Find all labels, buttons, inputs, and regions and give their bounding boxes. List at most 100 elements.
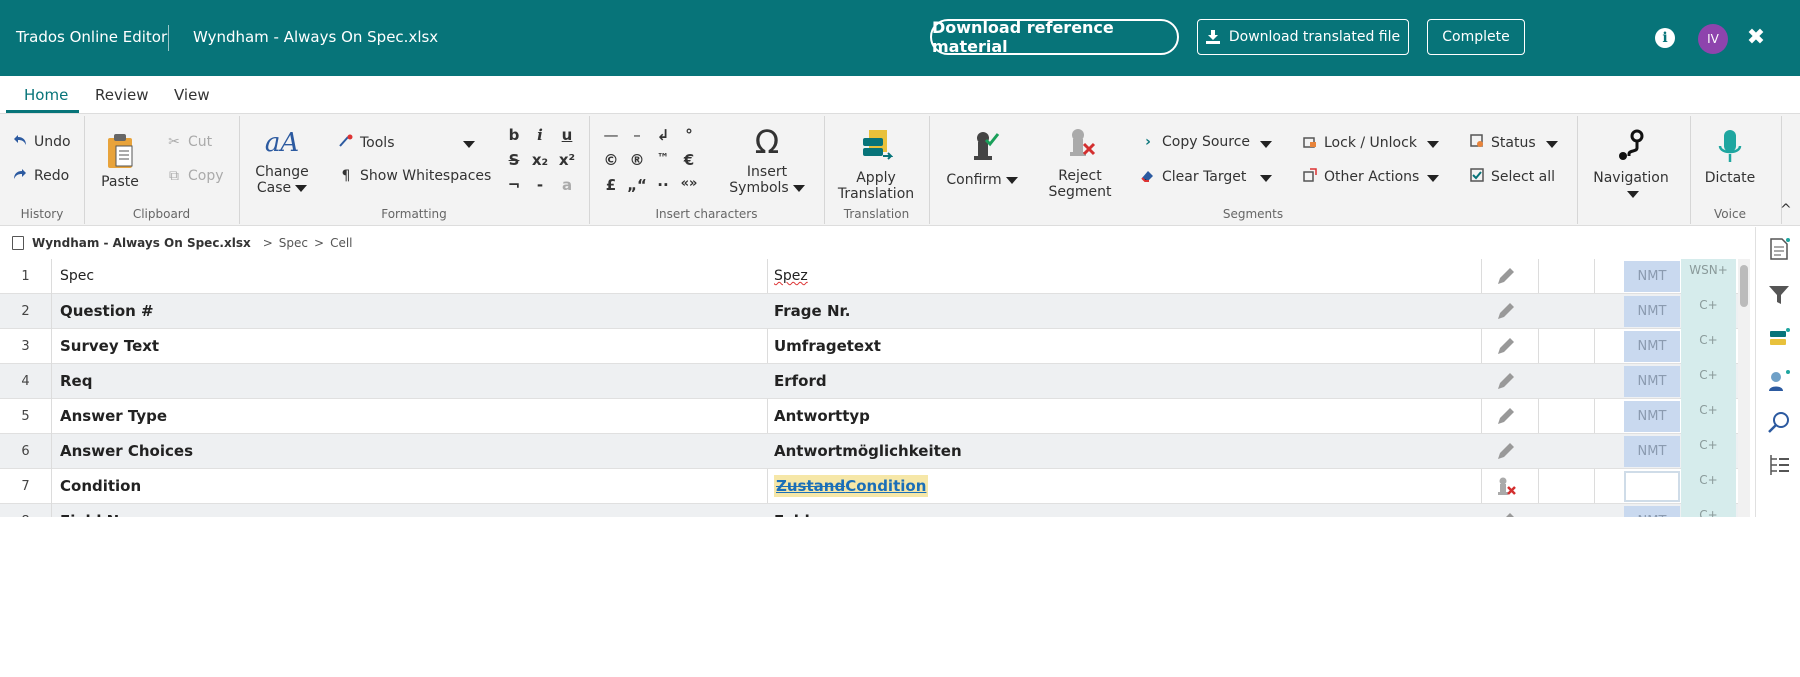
show-whitespaces-button[interactable]: ¶ Show Whitespaces <box>338 168 492 184</box>
user-avatar[interactable]: IV <box>1698 24 1728 54</box>
copy-button[interactable]: ⧉ Copy <box>166 168 224 184</box>
close-icon[interactable]: ✖ <box>1746 27 1766 49</box>
pencil-icon <box>1495 442 1517 462</box>
cut-button[interactable]: ✂ Cut <box>166 134 212 150</box>
clear-format-icon[interactable]: a <box>557 176 577 194</box>
superscript-icon[interactable]: x² <box>557 151 577 169</box>
breadcrumb-spec[interactable]: Spec <box>279 236 308 250</box>
filter-icon[interactable] <box>1767 283 1791 307</box>
confirm-button[interactable]: Confirm <box>944 128 1020 188</box>
redo-button[interactable]: Redo <box>12 168 69 184</box>
target-cell[interactable]: Antworttyp <box>774 399 870 434</box>
chevron-down-icon[interactable] <box>1260 175 1272 182</box>
trademark-icon[interactable]: ™ <box>653 151 673 165</box>
chevron-down-icon[interactable] <box>1427 175 1439 182</box>
target-cell[interactable]: Spez <box>774 259 808 294</box>
change-case-button[interactable]: aA Change Case <box>254 126 310 196</box>
comments-icon[interactable] <box>1767 369 1791 393</box>
target-cell[interactable]: Erford <box>774 364 827 399</box>
table-row[interactable]: 5 Answer Type Antworttyp NMT C+ <box>0 399 1738 434</box>
search-icon[interactable] <box>1767 411 1791 435</box>
tab-review[interactable]: Review <box>95 86 149 104</box>
scrollbar-thumb[interactable] <box>1740 265 1748 307</box>
status-badge: NMT <box>1624 366 1680 397</box>
table-row[interactable]: 6 Answer Choices Antwortmöglichkeiten NM… <box>0 434 1738 469</box>
guillemets-icon[interactable]: «» <box>679 176 699 191</box>
route-icon <box>1588 128 1674 166</box>
registered-icon[interactable]: ® <box>627 151 647 169</box>
select-all-button[interactable]: Select all <box>1469 168 1555 186</box>
chevron-down-icon[interactable] <box>1260 141 1272 148</box>
reject-segment-button[interactable]: Reject Segment <box>1044 126 1116 200</box>
target-cell[interactable]: Umfragetext <box>774 329 881 364</box>
italic-icon[interactable]: i <box>530 126 550 144</box>
navigation-button[interactable]: Navigation <box>1588 128 1674 202</box>
status-dropdown[interactable]: Status <box>1469 134 1536 152</box>
grid-scrollbar[interactable] <box>1738 259 1750 517</box>
info-icon[interactable]: i <box>1655 28 1675 48</box>
breadcrumb-file[interactable]: Wyndham - Always On Spec.xlsx <box>32 236 251 250</box>
translation-memory-icon[interactable] <box>1767 327 1791 351</box>
apply-translation-icon <box>836 128 916 166</box>
copy-source-dropdown[interactable]: › Copy Source <box>1140 134 1250 150</box>
target-cell[interactable]: Antwortmöglichkeiten <box>774 434 962 469</box>
cut-label: Cut <box>188 134 213 150</box>
table-row[interactable]: 3 Survey Text Umfragetext NMT C+ <box>0 329 1738 364</box>
document-properties-icon[interactable] <box>1767 237 1791 261</box>
other-actions-dropdown[interactable]: Other Actions <box>1302 168 1419 186</box>
euro-icon[interactable]: € <box>679 151 699 169</box>
paste-button[interactable]: Paste <box>96 132 144 190</box>
lock-unlock-dropdown[interactable]: Lock / Unlock <box>1302 134 1417 152</box>
table-row[interactable]: 4 Req Erford NMT C+ <box>0 364 1738 399</box>
tab-view[interactable]: View <box>174 86 210 104</box>
dictate-button[interactable]: Dictate <box>1700 128 1760 186</box>
strikethrough-icon[interactable]: S <box>504 151 524 169</box>
chevron-down-icon <box>295 184 308 192</box>
source-cell: Field Name <box>60 504 155 517</box>
formatting-group-label: Formatting <box>381 207 447 221</box>
insert-symbols-button[interactable]: Ω Insert Symbols <box>724 124 810 196</box>
chevron-down-icon[interactable] <box>1427 141 1439 148</box>
underline-icon[interactable]: u <box>557 126 577 144</box>
chevron-down-icon[interactable] <box>1546 141 1558 148</box>
table-row[interactable]: 8 Field Name Feldname NMT C+ <box>0 504 1738 517</box>
apply-translation-button[interactable]: Apply Translation <box>836 128 916 202</box>
table-row[interactable]: 1 Spec Spez NMT WSN+ <box>0 259 1738 294</box>
em-dash-icon[interactable]: — <box>601 126 621 144</box>
breadcrumb-cell[interactable]: Cell <box>330 236 352 250</box>
structure-tree-icon[interactable] <box>1767 453 1791 477</box>
degree-icon[interactable]: ° <box>679 126 699 144</box>
table-row[interactable]: 2 Question # Frage Nr. NMT C+ <box>0 294 1738 329</box>
tools-dropdown[interactable]: Tools <box>338 134 395 152</box>
tools-icon <box>338 134 354 152</box>
chevron-down-icon[interactable] <box>463 141 475 148</box>
status-label: Status <box>1491 135 1536 151</box>
line-break-icon[interactable]: ↲ <box>653 126 673 144</box>
pencil-icon <box>1495 267 1517 287</box>
origin-badge: C+ <box>1681 504 1736 517</box>
change-case-label-1: Change <box>255 164 309 180</box>
undo-button[interactable]: Undo <box>12 134 71 150</box>
target-cell[interactable]: Feldname <box>774 504 856 517</box>
nonbreaking-space-icon[interactable]: ·· <box>653 176 673 194</box>
not-sign-icon[interactable]: ¬ <box>504 176 524 194</box>
origin-badge: C+ <box>1681 469 1736 504</box>
copyright-icon[interactable]: © <box>601 151 621 169</box>
complete-button[interactable]: Complete <box>1427 19 1525 55</box>
bold-icon[interactable]: b <box>504 126 524 144</box>
subscript-icon[interactable]: x₂ <box>530 151 550 169</box>
download-translated-button[interactable]: Download translated file <box>1197 19 1409 55</box>
hyphen-icon[interactable]: - <box>530 176 550 194</box>
segment-grid: 1 Spec Spez NMT WSN+ 2 Question # Frage … <box>0 259 1738 517</box>
german-quotes-icon[interactable]: „“ <box>627 176 647 194</box>
chevron-up-icon[interactable]: ^ <box>1780 202 1792 218</box>
clear-target-dropdown[interactable]: Clear Target <box>1140 168 1246 186</box>
en-dash-icon[interactable]: – <box>627 126 647 144</box>
download-reference-button[interactable]: Download reference material <box>930 18 1179 56</box>
target-cell[interactable]: Frage Nr. <box>774 294 850 329</box>
pound-icon[interactable]: £ <box>601 176 621 194</box>
target-cell[interactable]: ZustandCondition <box>774 469 929 504</box>
app-header: Trados Online Editor Wyndham - Always On… <box>0 0 1800 76</box>
table-row[interactable]: 7 Condition ZustandCondition C+ <box>0 469 1738 504</box>
tab-home[interactable]: Home <box>24 86 68 104</box>
